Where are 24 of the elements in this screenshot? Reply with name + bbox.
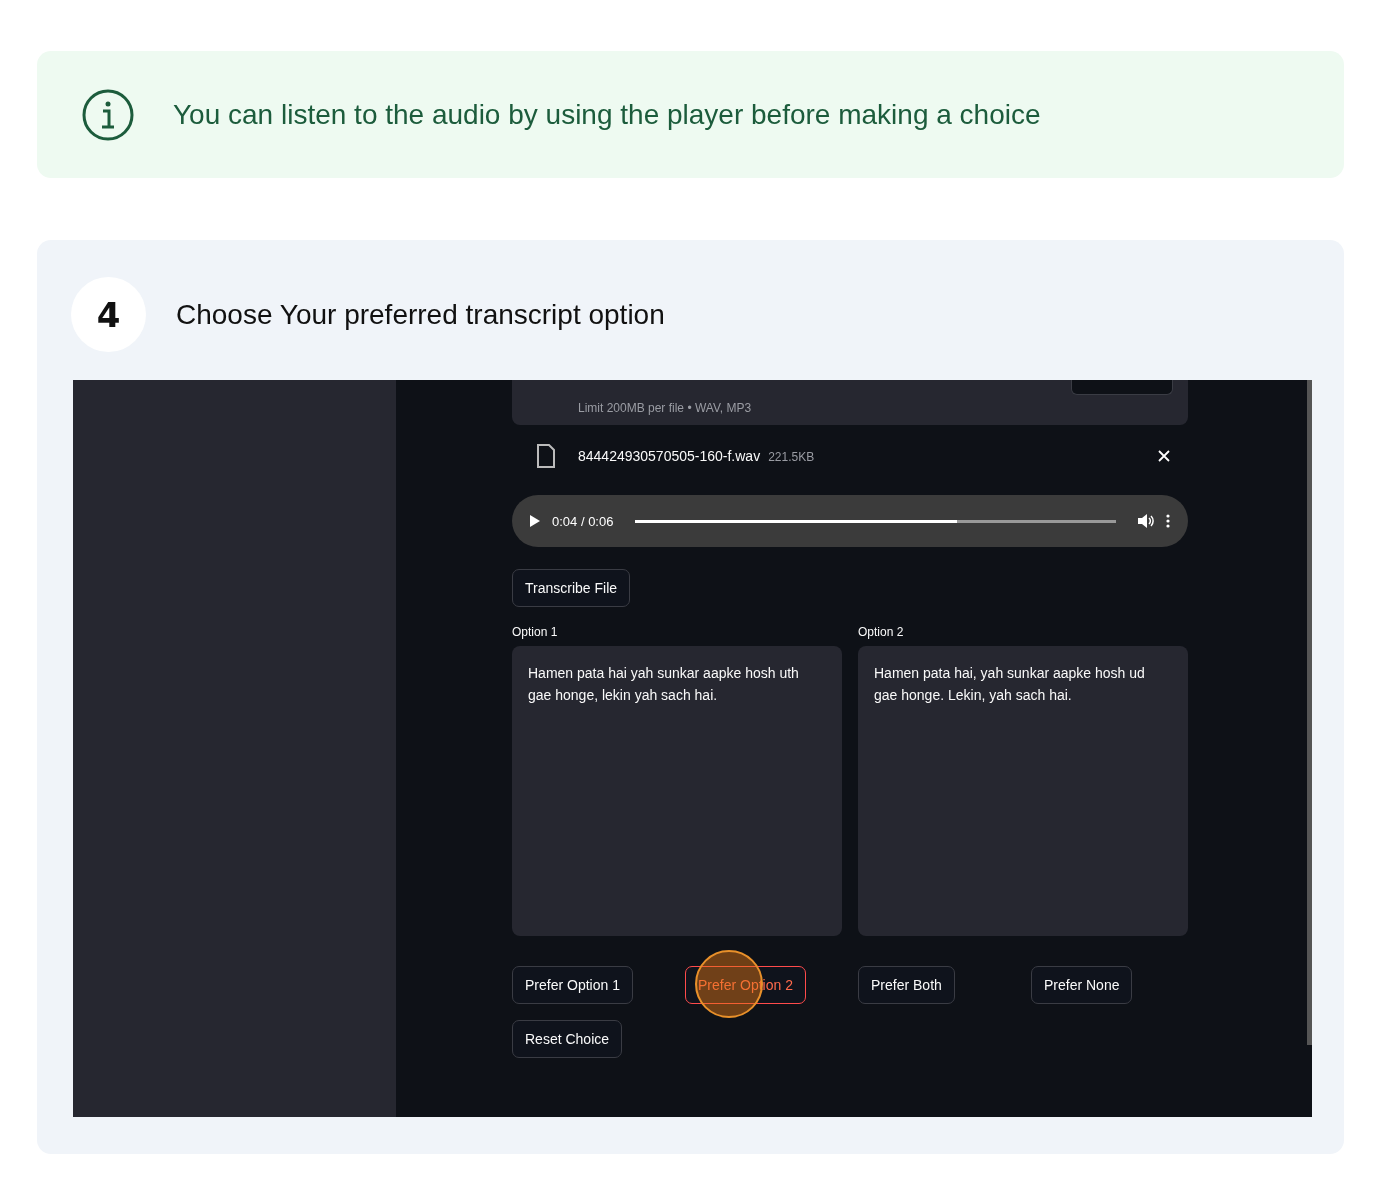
choice-button[interactable]: Prefer Both — [858, 966, 955, 1004]
file-icon — [536, 444, 556, 468]
transcript-text-area[interactable]: Hamen pata hai yah sunkar aapke hosh uth gae honge, lekin yah sach hai. — [512, 646, 842, 936]
info-text: You can listen to the audio by using the player before making a choice — [173, 98, 1041, 131]
play-icon[interactable] — [530, 515, 540, 527]
choice-button[interactable]: Prefer Option 1 — [512, 966, 633, 1004]
progress-track[interactable] — [635, 519, 1116, 523]
upload-limit-text: Limit 200MB per file • WAV, MP3 — [578, 401, 752, 415]
choice-button[interactable]: Prefer None — [1031, 966, 1133, 1004]
close-icon[interactable] — [1158, 450, 1170, 462]
choice-button[interactable]: Reset Choice — [512, 1020, 623, 1058]
file-size: 221.5KB — [768, 450, 815, 464]
option-label: Option 1 — [512, 625, 559, 639]
option-label: Option 2 — [858, 625, 905, 639]
file-uploader[interactable]: Limit 200MB per file • WAV, MP3 — [512, 380, 1188, 425]
more-icon[interactable] — [1166, 514, 1170, 528]
transcribe-button[interactable]: Transcribe File — [512, 569, 631, 607]
volume-icon[interactable] — [1138, 514, 1154, 528]
transcript-text-area[interactable]: Hamen pata hai, yah sunkar aapke hosh ud gae honge. Lekin, yah sach hai. — [858, 646, 1188, 936]
file-name: 844424930570505-160-f.wav — [578, 448, 761, 464]
info-icon — [81, 87, 135, 142]
step-title: Choose Your preferred transcript option — [176, 298, 665, 331]
player-time: 0:04 / 0:06 — [552, 513, 614, 529]
step-number: 4 — [71, 277, 146, 352]
